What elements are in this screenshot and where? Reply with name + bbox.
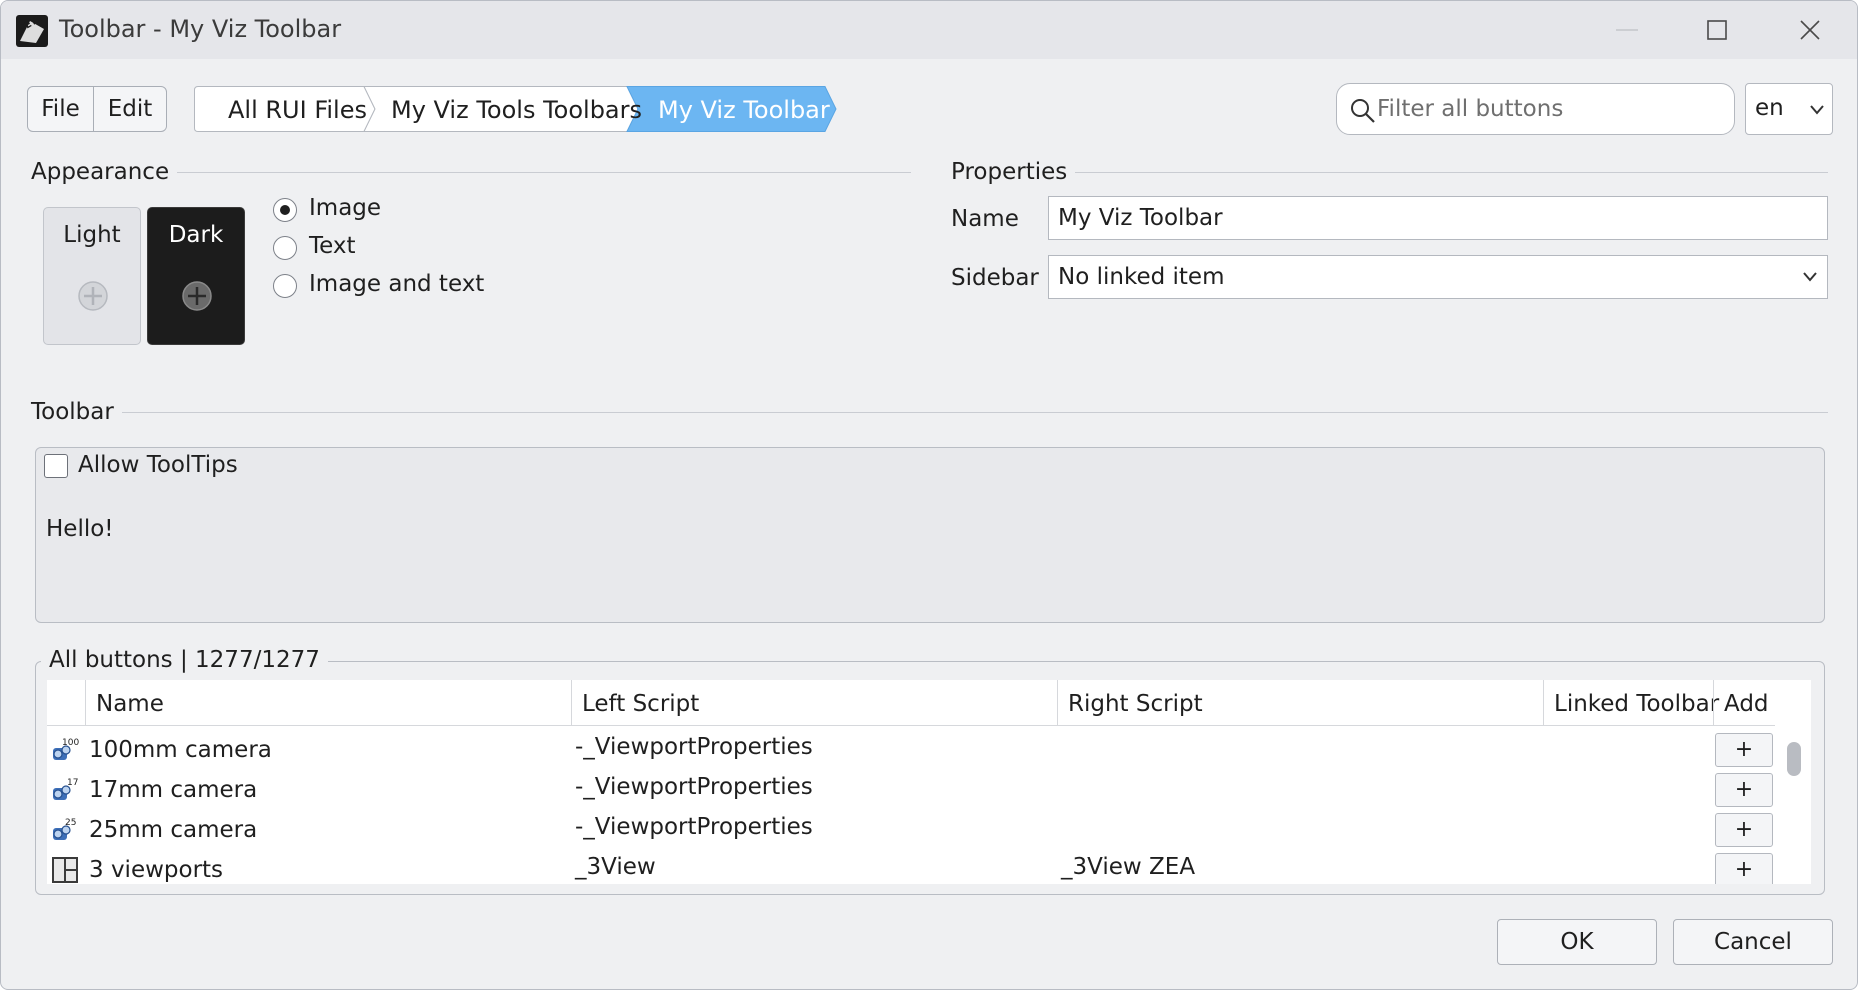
light-theme-card[interactable]: Light: [43, 207, 141, 345]
grid-header: Name Left Script Right Script Linked Too…: [47, 680, 1775, 726]
table-row[interactable]: 25 25mm camera -_ViewportProperties +: [47, 810, 1775, 850]
radio-text[interactable]: [273, 236, 297, 260]
toolbar-title: Toolbar: [31, 399, 122, 425]
column-header-left-script[interactable]: Left Script: [571, 680, 1057, 726]
sidebar-label: Sidebar: [951, 265, 1039, 291]
column-header-right-script[interactable]: Right Script: [1057, 680, 1543, 726]
camera-icon: 17: [53, 778, 78, 800]
search-icon: [1351, 99, 1375, 123]
camera-icon: 100: [53, 738, 79, 760]
dark-theme-label: Dark: [168, 222, 224, 248]
maximize-button[interactable]: [1681, 1, 1753, 59]
appearance-divider: [151, 172, 911, 173]
properties-title: Properties: [951, 159, 1076, 185]
appearance-title: Appearance: [31, 159, 178, 185]
radio-image-label: Image: [309, 195, 382, 221]
row-right-script: _3View ZEA: [1061, 854, 1196, 880]
table-row[interactable]: 17 17mm camera -_ViewportProperties +: [47, 770, 1775, 810]
breadcrumb: All RUI Files My Viz Tools Toolbars My V…: [194, 86, 837, 132]
breadcrumb-item-my-viz-tools-toolbars[interactable]: My Viz Tools Toolbars: [391, 86, 642, 132]
add-image-icon: [78, 281, 108, 311]
language-select[interactable]: en: [1745, 83, 1833, 135]
sidebar-selected-value: No linked item: [1058, 264, 1225, 290]
chevron-down-icon: [1810, 105, 1824, 115]
camera-icon-badge: 25: [65, 818, 76, 828]
toolbar-divider: [117, 412, 1828, 413]
filter-buttons-input[interactable]: [1377, 92, 1717, 126]
filter-search-box: [1336, 83, 1735, 135]
add-image-icon: [182, 281, 212, 311]
toolbar-preview-text: Hello!: [46, 516, 114, 542]
radio-image-and-text[interactable]: [273, 274, 297, 298]
column-header-name[interactable]: Name: [85, 680, 571, 726]
add-button[interactable]: +: [1715, 733, 1773, 767]
title-bar: BETA Toolbar - My Viz Toolbar: [1, 1, 1857, 59]
toolbar-editor-window: BETA Toolbar - My Viz Toolbar File Edit: [0, 0, 1858, 990]
ok-button[interactable]: OK: [1497, 919, 1657, 965]
row-name: 25mm camera: [89, 817, 258, 843]
breadcrumb-item-my-viz-toolbar[interactable]: My Viz Toolbar: [658, 86, 830, 132]
radio-text-label: Text: [309, 233, 356, 259]
menu-button-group: File Edit: [27, 86, 167, 132]
minimize-icon: [1616, 29, 1638, 31]
row-name: 17mm camera: [89, 777, 258, 803]
all-buttons-title: All buttons | 1277/1277: [41, 647, 328, 673]
radio-image-and-text-label: Image and text: [309, 271, 485, 297]
add-button[interactable]: +: [1715, 773, 1773, 807]
radio-image[interactable]: [273, 198, 297, 222]
close-icon: [1800, 20, 1820, 40]
row-name: 100mm camera: [89, 737, 272, 763]
sidebar-select[interactable]: No linked item: [1048, 255, 1828, 299]
table-row[interactable]: 100 100mm camera -_ViewportProperties +: [47, 730, 1775, 770]
row-left-script: -_ViewportProperties: [575, 774, 813, 800]
toolbar-preview-box: Allow ToolTips Hello!: [35, 447, 1825, 623]
vertical-scrollbar-thumb[interactable]: [1787, 742, 1801, 776]
row-left-script: -_ViewportProperties: [575, 814, 813, 840]
maximize-icon: [1707, 20, 1727, 40]
close-button[interactable]: [1774, 1, 1846, 59]
viewports-icon: [52, 857, 78, 883]
camera-icon-badge: 17: [67, 778, 78, 788]
breadcrumb-item-all-rui-files[interactable]: All RUI Files: [228, 86, 367, 132]
camera-icon: 25: [53, 818, 76, 840]
add-button[interactable]: +: [1715, 853, 1773, 884]
all-buttons-grid: Name Left Script Right Script Linked Too…: [47, 680, 1811, 884]
window-title: Toolbar - My Viz Toolbar: [59, 15, 342, 43]
row-left-script: -_ViewportProperties: [575, 734, 813, 760]
light-theme-label: Light: [63, 222, 121, 248]
table-row[interactable]: 3 viewports _3View _3View ZEA +: [47, 850, 1775, 884]
camera-icon-badge: 100: [62, 738, 79, 748]
minimize-button[interactable]: [1591, 1, 1663, 59]
language-selected-value: en: [1755, 95, 1784, 121]
file-menu-button[interactable]: File: [28, 87, 94, 131]
chevron-down-icon: [1803, 272, 1817, 282]
row-left-script: _3View: [575, 854, 656, 880]
column-header-linked-toolbar[interactable]: Linked Toolbar: [1543, 680, 1719, 726]
rhino-beta-app-icon: BETA: [16, 15, 48, 47]
dark-theme-card[interactable]: Dark: [147, 207, 245, 345]
allow-tooltips-label: Allow ToolTips: [78, 452, 238, 478]
properties-divider: [1063, 172, 1828, 173]
name-label: Name: [951, 206, 1019, 232]
allow-tooltips-checkbox[interactable]: [44, 454, 68, 478]
edit-menu-button[interactable]: Edit: [94, 87, 166, 131]
add-button[interactable]: +: [1715, 813, 1773, 847]
name-field[interactable]: My Viz Toolbar: [1048, 196, 1828, 240]
column-header-add[interactable]: Add: [1713, 680, 1775, 726]
row-name: 3 viewports: [89, 857, 224, 883]
cancel-button[interactable]: Cancel: [1673, 919, 1833, 965]
